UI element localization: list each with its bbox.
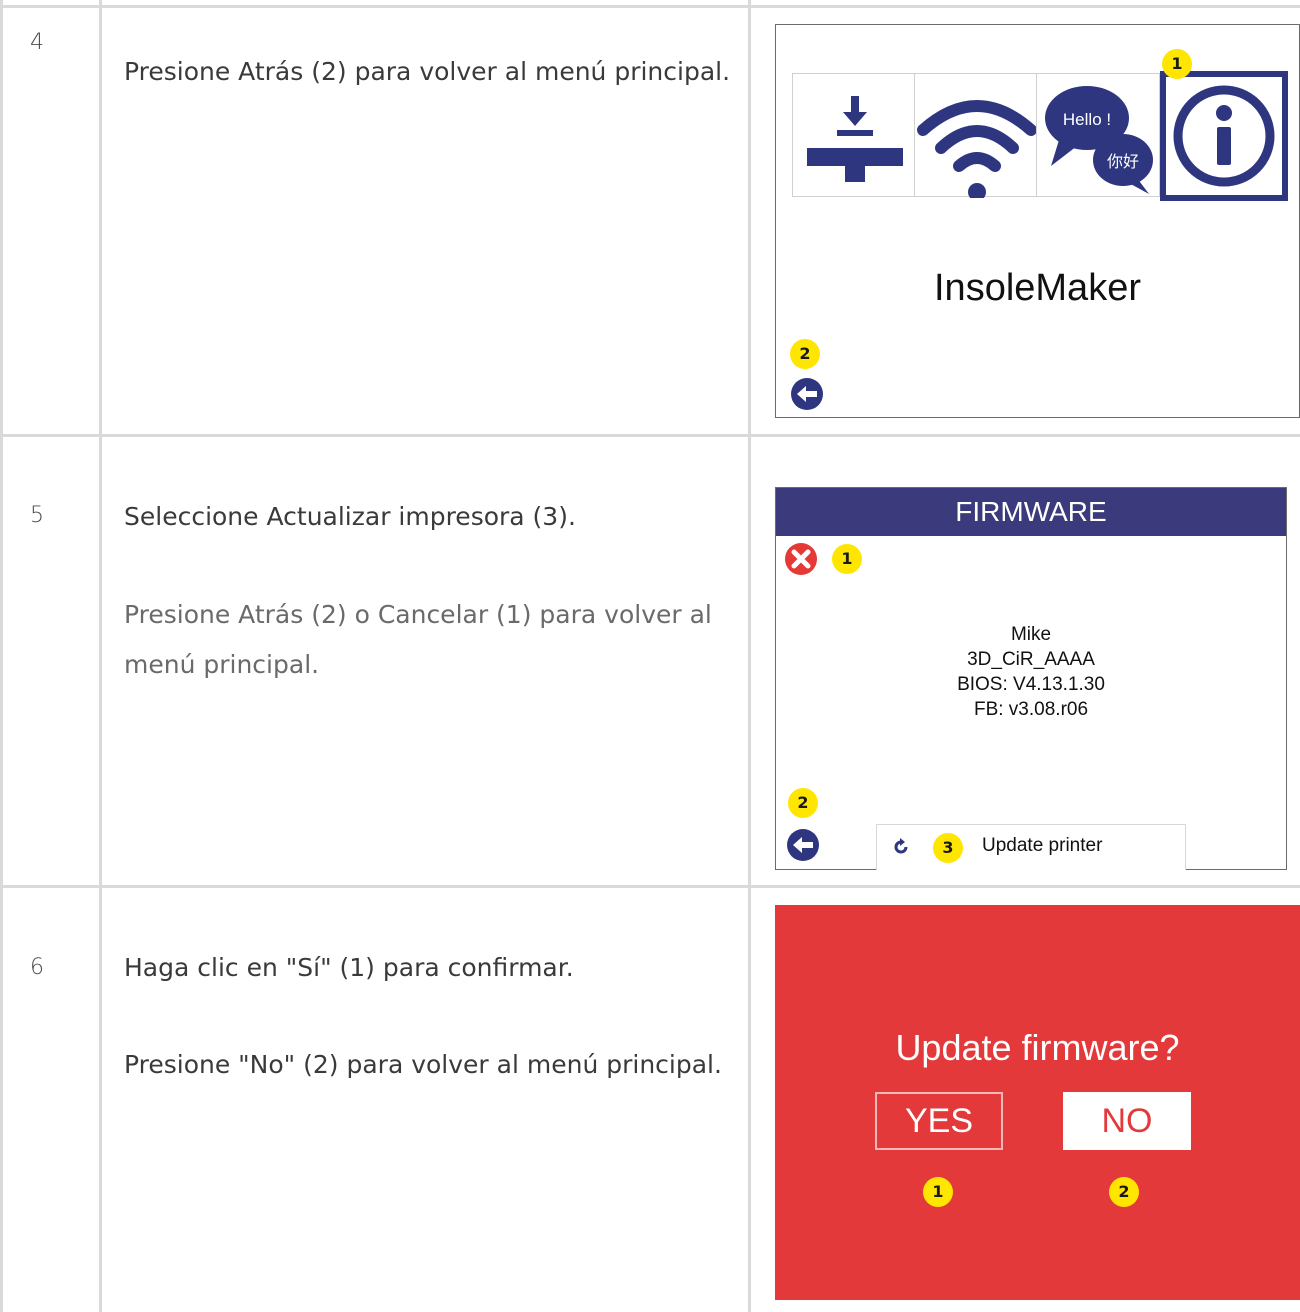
wifi-icon — [917, 100, 1037, 201]
firmware-info: Mike 3D_CiR_AAAA BIOS: V4.13.1.30 FB: v3… — [776, 622, 1286, 722]
printer-brand-name: InsoleMaker — [934, 267, 1141, 309]
no-button[interactable]: NO — [1063, 1092, 1191, 1150]
cancel-x-icon[interactable] — [784, 542, 818, 576]
firmware-screen: FIRMWARE 1 Mike 3D_CiR_AAAA BIOS: V4.13.… — [775, 487, 1287, 870]
update-printer-button[interactable]: 3 Update printer — [876, 824, 1186, 870]
callout-badge-1: 1 — [923, 1177, 953, 1207]
tile-info[interactable] — [1160, 71, 1288, 201]
step-note: Presione Atrás (2) o Cancelar (1) para v… — [124, 600, 712, 679]
language-icon: Hello ! 你好 — [1045, 86, 1153, 194]
tile-wifi[interactable] — [914, 73, 1038, 201]
printer-name: Mike — [1010, 624, 1052, 645]
yes-button[interactable]: YES — [875, 1092, 1003, 1150]
back-arrow-icon[interactable] — [790, 377, 824, 411]
bed-level-icon — [807, 96, 903, 182]
table-border-left — [0, 0, 3, 1312]
step-number: 6 — [30, 955, 44, 980]
callout-badge-2: 2 — [788, 788, 818, 818]
tile-bed-level[interactable] — [792, 73, 916, 197]
step-description: Seleccione Actualizar impresora (3). — [124, 502, 576, 531]
printer-serial: 3D_CiR_AAAA — [967, 649, 1095, 670]
fb-version: FB: v3.08.r06 — [973, 699, 1089, 720]
table-divider-2 — [748, 0, 751, 1312]
callout-badge-1: 1 — [1162, 49, 1192, 79]
step-description: Haga clic en "Sí" (1) para confirmar. — [124, 953, 574, 982]
callout-badge-1: 1 — [832, 544, 862, 574]
main-menu-screen: Hello ! 你好 1 InsoleMaker 2 — [775, 24, 1300, 418]
info-icon — [1173, 85, 1275, 187]
step-number: 4 — [30, 30, 44, 55]
confirm-update-screen: Update firmware? YES NO 1 2 — [775, 905, 1300, 1300]
refresh-icon — [894, 838, 908, 854]
bubble-text-nihao: 你好 — [1107, 152, 1139, 171]
table-divider-1 — [99, 0, 102, 1312]
row-divider-1 — [0, 434, 1300, 437]
back-arrow-icon[interactable] — [786, 828, 820, 862]
step-note: Presione "No" (2) para volver al menú pr… — [124, 1050, 722, 1079]
step-number: 5 — [30, 503, 44, 528]
bubble-text-hello: Hello ! — [1063, 110, 1111, 129]
tile-language[interactable]: Hello ! 你好 — [1036, 73, 1160, 197]
confirm-title: Update firmware? — [895, 1027, 1180, 1068]
callout-badge-2: 2 — [1109, 1177, 1139, 1207]
table-border-top — [0, 5, 1300, 8]
update-printer-label: Update printer — [982, 835, 1103, 856]
screen-title: FIRMWARE — [776, 488, 1286, 536]
bios-version: BIOS: V4.13.1.30 — [957, 674, 1105, 695]
callout-badge-2: 2 — [790, 339, 820, 369]
step-description: Presione Atrás (2) para volver al menú p… — [124, 57, 731, 86]
callout-badge-3: 3 — [933, 833, 963, 863]
row-divider-2 — [0, 885, 1300, 888]
